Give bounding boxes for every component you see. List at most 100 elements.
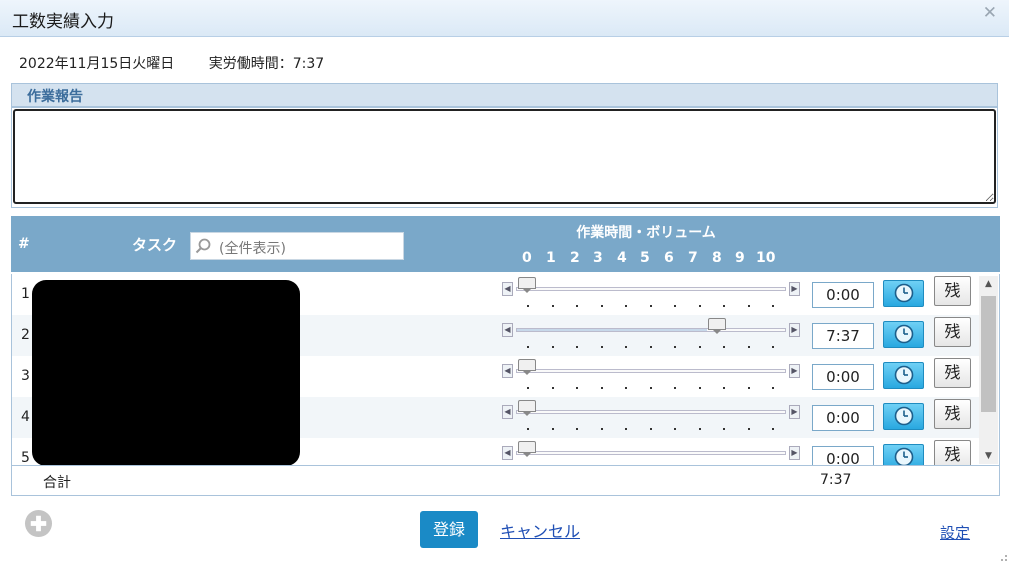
slider-fill [517,329,707,331]
slider-tick [600,387,603,389]
slider-track[interactable] [516,369,786,373]
slider-track[interactable] [516,451,786,455]
slider-left-arrow-icon[interactable]: ◀ [502,323,513,337]
slider-track[interactable] [516,328,786,332]
task-search-input[interactable]: (全件表示) [190,232,404,260]
volume-slider[interactable]: ◀ ▶ [502,318,800,348]
remaining-button[interactable]: 残 [934,317,971,347]
time-input[interactable]: 7:37 [812,323,874,349]
row-number: 4 [21,409,30,425]
slider-tick [698,428,701,430]
resize-grip-icon[interactable] [998,552,1008,562]
slider-left-arrow-icon[interactable]: ◀ [502,364,513,378]
cancel-link[interactable]: キャンセル [500,518,580,542]
slider-left-arrow-icon[interactable]: ◀ [502,446,513,460]
scroll-up-icon[interactable]: ▲ [979,276,998,292]
clock-button[interactable] [883,362,924,389]
slider-thumb[interactable] [518,441,536,457]
slider-tick [576,387,578,389]
slider-track[interactable] [516,287,786,291]
remaining-button[interactable]: 残 [934,399,971,429]
slider-tick [772,387,774,389]
slider-tick [551,387,554,389]
volume-header: 作業時間・ボリューム [576,225,716,241]
slider-track[interactable] [516,410,786,414]
grid-scrollbar[interactable]: ▲ ▼ [979,276,998,464]
total-value: 7:37 [820,472,852,488]
time-input[interactable]: 0:00 [812,446,874,465]
settings-link[interactable]: 設定 [940,522,970,543]
scale-tick-label: 5 [640,250,650,266]
slider-tick [747,428,750,430]
slider-tick [723,305,725,307]
total-label: 合計 [43,475,71,491]
slider-right-arrow-icon[interactable]: ▶ [789,323,800,337]
close-icon[interactable]: ✕ [983,3,997,23]
time-input[interactable]: 0:00 [812,405,874,431]
slider-tick [747,387,750,389]
search-icon [195,238,211,254]
slider-tick [625,428,627,430]
remaining-button[interactable]: 残 [934,440,971,465]
total-row: 合計 7:37 [11,465,1000,496]
clock-icon [894,406,914,426]
slider-left-arrow-icon[interactable]: ◀ [502,405,513,419]
slider-right-arrow-icon[interactable]: ▶ [789,405,800,419]
report-textarea[interactable] [13,109,996,204]
volume-slider[interactable]: ◀ ▶ [502,277,800,307]
volume-slider[interactable]: ◀ ▶ [502,441,800,464]
slider-right-arrow-icon[interactable]: ▶ [789,282,800,296]
clock-button[interactable] [883,444,924,465]
slider-tick [649,305,652,307]
scale-tick-label: 6 [664,250,674,266]
slider-tick [576,305,578,307]
grid-header: # タスク (全件表示) 作業時間・ボリューム 0 1 2 3 4 5 6 7 8 9 10 [11,216,1000,272]
clock-button[interactable] [883,321,924,348]
slider-tick [723,346,725,348]
scale-tick-label: 1 [546,250,556,266]
volume-slider[interactable]: ◀ ▶ [502,359,800,389]
scroll-down-icon[interactable]: ▼ [979,448,998,464]
slider-tick [600,346,603,348]
slider-tick [723,428,725,430]
slider-left-arrow-icon[interactable]: ◀ [502,282,513,296]
scale-tick-label: 7 [688,250,698,266]
slider-thumb[interactable] [518,277,536,293]
slider-tick [527,346,529,348]
clock-button[interactable] [883,403,924,430]
slider-tick [723,387,725,389]
time-input[interactable]: 0:00 [812,282,874,308]
column-task-header: タスク [132,236,178,254]
volume-slider[interactable]: ◀ ▶ [502,400,800,430]
scale-tick-label: 10 [756,250,776,266]
clock-icon [894,324,914,344]
clock-icon [894,283,914,303]
slider-thumb[interactable] [518,359,536,375]
slider-tick [600,305,603,307]
register-button[interactable]: 登録 [420,511,478,548]
slider-tick [551,305,554,307]
dialog-titlebar: 工数実績入力 ✕ [0,0,1009,37]
clock-button[interactable] [883,280,924,307]
slider-thumb[interactable] [518,400,536,416]
row-number: 2 [21,327,30,343]
slider-tick [772,305,774,307]
date-info: 2022年11月15日火曜日 実労働時間：7:37 [19,53,354,73]
slider-right-arrow-icon[interactable]: ▶ [789,364,800,378]
remaining-button[interactable]: 残 [934,276,971,306]
redacted-task-names [32,280,300,466]
slider-tick [649,387,652,389]
slider-thumb[interactable] [708,318,726,334]
remaining-button[interactable]: 残 [934,358,971,388]
slider-tick [772,428,774,430]
report-container [11,107,998,208]
scale-tick-label: 0 [522,250,532,266]
slider-tick [772,346,774,348]
time-input[interactable]: 0:00 [812,364,874,390]
add-task-icon[interactable] [24,509,53,538]
search-placeholder: (全件表示) [219,241,286,257]
work-date: 2022年11月15日火曜日 [19,56,175,72]
slider-tick [551,346,554,348]
scrollbar-thumb[interactable] [981,296,996,412]
slider-right-arrow-icon[interactable]: ▶ [789,446,800,460]
